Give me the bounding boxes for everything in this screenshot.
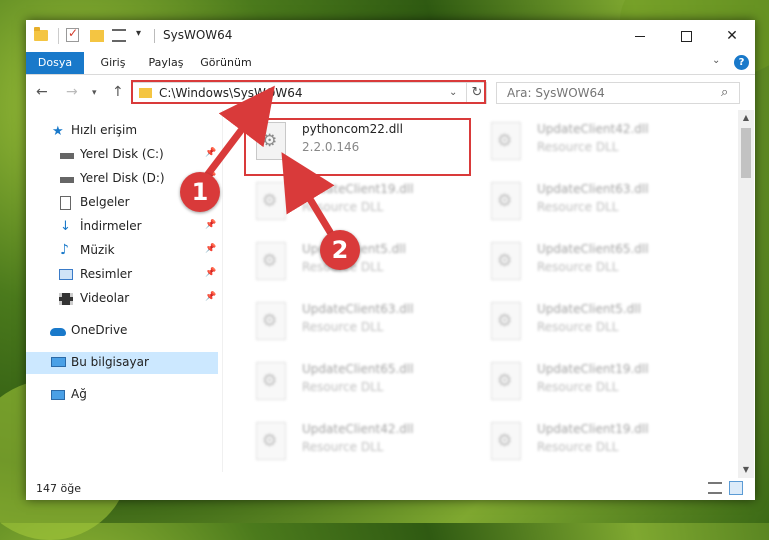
annotation-arrows [201, 85, 335, 236]
step-marker-1: 1 [180, 172, 220, 212]
step-marker-2: 2 [320, 230, 360, 270]
arrow-to-address [201, 85, 275, 182]
arrow-to-file [281, 152, 335, 236]
